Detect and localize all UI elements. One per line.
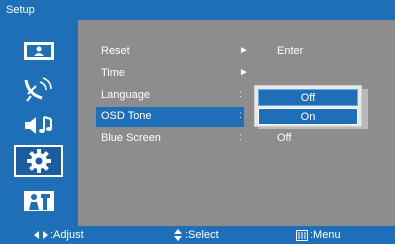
arrow-right-icon: ► bbox=[239, 45, 249, 56]
menu-item-label: Blue Screen bbox=[101, 132, 161, 144]
sidebar bbox=[0, 20, 78, 226]
menu-hint-label: :Menu bbox=[310, 229, 341, 241]
adjust-hint: :Adjust bbox=[34, 229, 84, 241]
lock-icon bbox=[23, 191, 54, 211]
colon-separator: : bbox=[239, 110, 242, 121]
menu-item-label: Language bbox=[101, 89, 150, 101]
menu-item-blue-screen[interactable]: Blue Screen : Off bbox=[78, 129, 395, 149]
menu-item-time[interactable]: Time ► bbox=[78, 64, 395, 84]
arrow-right-icon: ► bbox=[239, 67, 249, 78]
settings-panel: Reset ► Enter Time ► Language : OSD Tone… bbox=[78, 20, 395, 226]
colon-separator: : bbox=[239, 89, 242, 100]
menu-item-label: OSD Tone bbox=[101, 110, 152, 122]
select-hint: :Select bbox=[173, 229, 219, 241]
antenna-icon bbox=[24, 77, 52, 102]
menu-item-value: Enter bbox=[277, 45, 304, 57]
sidebar-item-setup[interactable] bbox=[14, 145, 63, 177]
gear-icon bbox=[26, 149, 51, 173]
option-off[interactable]: Off bbox=[258, 89, 358, 106]
sidebar-item-lock[interactable] bbox=[14, 186, 63, 216]
sidebar-item-picture[interactable] bbox=[14, 36, 63, 66]
menu-title: Setup bbox=[0, 0, 395, 20]
menu-hint: :Menu bbox=[296, 229, 341, 241]
left-right-arrows-icon bbox=[34, 231, 48, 239]
hint-bar: :Adjust :Select :Menu bbox=[0, 226, 395, 244]
adjust-hint-label: :Adjust bbox=[50, 229, 84, 241]
menu-item-label: Reset bbox=[101, 45, 130, 57]
audio-icon bbox=[24, 116, 52, 134]
sidebar-item-channel[interactable] bbox=[14, 73, 63, 103]
colon-separator: : bbox=[239, 132, 242, 143]
up-down-arrows-icon bbox=[174, 229, 182, 241]
osd-tone-options: Off On bbox=[254, 85, 362, 127]
picture-icon bbox=[23, 42, 54, 60]
menu-item-value: Off bbox=[277, 132, 292, 144]
menu-item-reset[interactable]: Reset ► Enter bbox=[78, 42, 395, 62]
menu-item-label: Time bbox=[101, 67, 126, 79]
osd-screen: Setup Reset ► Enter Time ► Language: OS… bbox=[0, 0, 395, 244]
option-on[interactable]: On bbox=[258, 108, 358, 125]
select-hint-label: :Select bbox=[185, 229, 219, 241]
sidebar-item-audio[interactable] bbox=[14, 110, 63, 140]
menu-icon bbox=[296, 229, 308, 241]
menu-item-osd-tone[interactable]: OSD Tone : bbox=[96, 107, 244, 127]
